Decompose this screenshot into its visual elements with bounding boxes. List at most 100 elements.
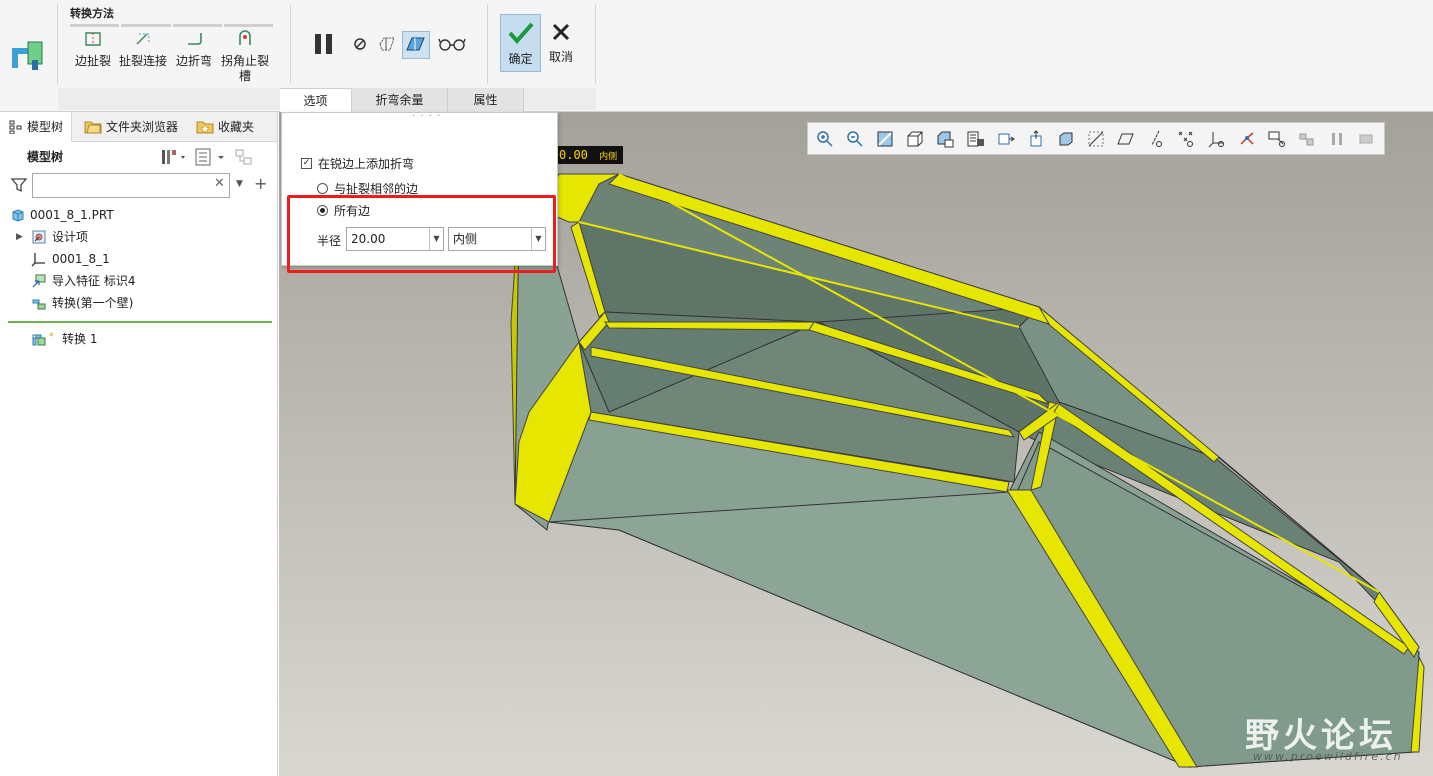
cancel-button[interactable]: 取消 [545, 14, 577, 72]
tree-item-csys[interactable]: 0001_8_1 [31, 249, 110, 269]
perspective-icon[interactable] [1083, 127, 1109, 151]
refit-icon[interactable] [872, 127, 898, 151]
group-underline [70, 24, 273, 27]
resize-grip[interactable]: · · · · [412, 111, 441, 122]
ok-button[interactable]: 确定 [500, 14, 541, 72]
svg-text:*: * [49, 332, 54, 342]
tree-settings-icon[interactable] [160, 148, 186, 166]
add-icon[interactable]: + [254, 174, 267, 193]
tab-model-tree-label: 模型树 [27, 120, 64, 134]
radius-combo[interactable]: 20.00 ▼ [346, 227, 444, 251]
edge-rip-button[interactable]: 边扯裂 [72, 30, 114, 69]
annotation-display-icon[interactable] [1264, 127, 1290, 151]
chevron-down-icon[interactable]: ▼ [531, 228, 545, 250]
static-preview-icon[interactable] [378, 35, 398, 53]
view-orient-icon[interactable] [902, 127, 928, 151]
separator [487, 4, 488, 84]
axis-display-icon[interactable] [1143, 127, 1169, 151]
import-feature-icon [32, 274, 46, 288]
zoom-in-icon[interactable] [812, 127, 838, 151]
tab-model-tree[interactable]: 模型树 [0, 112, 73, 142]
watermark: 野火论坛 www.proewildfire.cn [1245, 708, 1425, 768]
dimension-tag[interactable]: 0.00 内侧 [547, 146, 624, 164]
tree-search-input[interactable] [32, 173, 230, 198]
verify-glasses-icon[interactable] [438, 36, 466, 52]
radius-label: 半径 [317, 234, 342, 248]
datum-axes-icon[interactable] [1023, 127, 1049, 151]
plane-display-icon[interactable] [1113, 127, 1139, 151]
no-preview-icon[interactable] [352, 36, 368, 52]
chevron-down-icon[interactable]: ▼ [429, 228, 443, 250]
radio-all-edges[interactable] [317, 205, 328, 216]
edge-bend-label: 边折弯 [175, 54, 212, 68]
saved-views-icon[interactable] [932, 127, 958, 151]
insert-here-line[interactable] [8, 321, 272, 323]
cancel-label: 取消 [548, 50, 573, 64]
spin-center-icon[interactable] [1234, 127, 1260, 151]
tab-properties[interactable]: 属性 [448, 88, 524, 112]
clear-icon[interactable]: ✕ [214, 176, 225, 191]
tree-item-label: 转换 1 [62, 332, 98, 346]
point-display-icon[interactable] [1173, 127, 1199, 151]
tree-icon [9, 120, 22, 134]
tree-item-label: 0001_8_1 [52, 252, 110, 266]
zoom-out-icon[interactable] [842, 127, 868, 151]
add-bend-label: 在锐边上添加折弯 [318, 157, 415, 171]
filter-icon[interactable] [11, 177, 27, 193]
tab-folder-browser[interactable]: 文件夹浏览器 [84, 112, 178, 142]
tree-filter-disabled-icon[interactable] [234, 148, 254, 166]
csys-display-icon[interactable] [1203, 127, 1229, 151]
tree-item-part[interactable]: 0001_8_1.PRT [11, 205, 114, 225]
rip-connect-label: 扯裂连接 [118, 54, 167, 68]
dynamic-preview-button[interactable] [402, 31, 430, 59]
separator [595, 4, 596, 84]
tree-item-import-feature[interactable]: 导入特征 标识4 [31, 271, 135, 291]
ribbon: 转换方法 边扯裂 扯裂连接 边折弯 拐角止裂槽 确定 取消 选项 折弯余量 属性 [0, 0, 1433, 112]
dimension-side: 内侧 [599, 152, 618, 162]
close-icon [552, 23, 570, 41]
separator [290, 4, 291, 84]
tree-item-label: 转换(第一个壁) [52, 296, 134, 310]
show-columns-icon[interactable] [194, 148, 226, 166]
toggle-icon[interactable] [1354, 127, 1380, 151]
tab-favorites-label: 收藏夹 [218, 120, 255, 134]
tab-folder-browser-label: 文件夹浏览器 [106, 120, 179, 134]
tree-item-label: 导入特征 标识4 [52, 274, 136, 288]
radio-adjacent-row[interactable]: 与扯裂相邻的边 [317, 180, 418, 197]
navigator-tabs: 模型树 文件夹浏览器 收藏夹 [0, 112, 277, 142]
rip-connect-button[interactable]: 扯裂连接 [117, 30, 169, 69]
display-style-icon[interactable] [963, 127, 989, 151]
pause-icon[interactable] [1324, 127, 1350, 151]
radio-adjacent-edges[interactable] [317, 183, 328, 194]
tab-bend-allowance[interactable]: 折弯余量 [352, 88, 448, 112]
tree-item-design-items[interactable]: ▶ 设计项 [16, 227, 88, 247]
radius-value: 20.00 [351, 232, 386, 246]
dimension-value: 0.00 [559, 148, 588, 162]
favorites-icon [196, 121, 214, 134]
tree-item-convert-first-wall[interactable]: 转换(第一个壁) [31, 293, 133, 313]
tab-favorites[interactable]: 收藏夹 [196, 112, 254, 142]
datum-planes-icon[interactable] [993, 127, 1019, 151]
pause-regen-icon[interactable] [1294, 127, 1320, 151]
pause-icon[interactable] [312, 32, 336, 56]
side-value: 内侧 [453, 232, 478, 246]
side-combo[interactable]: 内侧 ▼ [448, 227, 546, 251]
chevron-down-icon[interactable]: ▼ [236, 179, 243, 189]
ok-label: 确定 [508, 52, 533, 66]
navigator-panel: 模型树 文件夹浏览器 收藏夹 模型树 ✕ ▼ + 0001_8_1.PRT ▶ … [0, 112, 278, 776]
options-panel: · · · · ✓ 在锐边上添加折弯 与扯裂相邻的边 所有边 半径 20.00 … [281, 111, 558, 266]
add-bend-checkbox[interactable]: ✓ [301, 158, 312, 169]
corner-relief-button[interactable]: 拐角止裂槽 [218, 30, 272, 84]
tab-options[interactable]: 选项 [280, 88, 352, 112]
radio-all-row[interactable]: 所有边 [317, 202, 370, 219]
expand-icon[interactable]: ▶ [16, 227, 26, 247]
watermark-url: www.proewildfire.cn [1253, 750, 1403, 763]
datum-points-icon[interactable] [1053, 127, 1079, 151]
add-bend-checkbox-row[interactable]: ✓ 在锐边上添加折弯 [301, 155, 414, 172]
edge-bend-button[interactable]: 边折弯 [174, 30, 214, 69]
tree-item-convert-1[interactable]: * 转换 1 [31, 329, 97, 349]
ribbon-tabs: 选项 折弯余量 属性 [280, 88, 524, 112]
sheetmetal-convert-icon[interactable] [10, 38, 44, 72]
corner-relief-icon [239, 30, 251, 45]
group-title: 转换方法 [70, 7, 114, 20]
